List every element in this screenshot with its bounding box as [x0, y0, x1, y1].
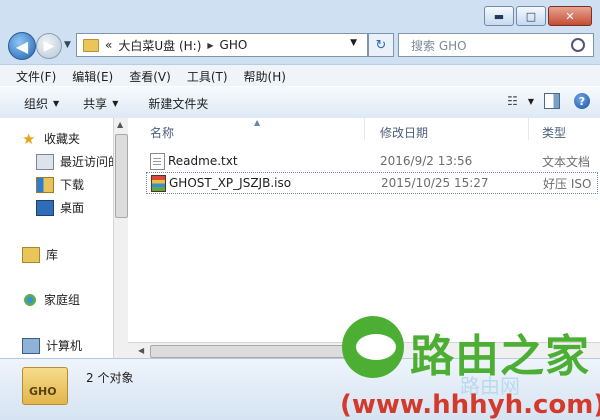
window-controls: ▬ □ ✕ — [482, 6, 592, 26]
navigation-pane: ★ 收藏夹 最近访问的 下载 桌面 库 家庭组 计算机 — [0, 118, 129, 358]
recent-pages-dropdown-icon[interactable]: ▼ — [64, 40, 71, 50]
nav-recent-label: 最近访问的 — [60, 155, 121, 169]
folder-thumbnail-label: GHO — [29, 385, 57, 398]
help-icon[interactable]: ? — [574, 93, 590, 109]
view-options-icon[interactable]: ☷ — [507, 94, 518, 108]
nav-scrollbar[interactable]: ▲ — [113, 118, 128, 358]
menu-bar: 文件(F) 编辑(E) 查看(V) 工具(T) 帮助(H) — [0, 64, 600, 87]
table-row[interactable]: Readme.txt 2016/9/2 13:56 文本文档 — [146, 151, 596, 171]
menu-help[interactable]: 帮助(H) — [244, 68, 286, 85]
nav-homegroup[interactable]: 家庭组 — [22, 291, 80, 308]
maximize-button[interactable]: □ — [516, 6, 546, 26]
file-date: 2016/9/2 13:56 — [380, 154, 473, 168]
menu-view[interactable]: 查看(V) — [129, 68, 171, 85]
chevron-down-icon: ▼ — [53, 98, 60, 108]
item-count: 2 个对象 — [86, 371, 134, 385]
scroll-up-icon[interactable]: ▲ — [117, 120, 123, 129]
desktop-icon — [36, 199, 54, 216]
menu-edit[interactable]: 编辑(E) — [72, 68, 113, 85]
nav-favorites-label: 收藏夹 — [44, 132, 81, 146]
column-divider[interactable] — [528, 118, 529, 140]
nav-computer-label: 计算机 — [46, 339, 83, 353]
sort-ascending-icon: ▲ — [254, 118, 261, 127]
search-icon[interactable] — [571, 38, 585, 52]
folder-icon — [83, 38, 99, 52]
watermark: 路由之家 路由网 (www.hhhyh.com) — [340, 312, 600, 420]
search-placeholder: 搜索 GHO — [411, 38, 467, 53]
homegroup-icon — [22, 292, 38, 307]
column-header-name[interactable]: 名称 — [150, 124, 174, 141]
nav-favorites[interactable]: ★ 收藏夹 — [22, 130, 80, 147]
menu-tools[interactable]: 工具(T) — [187, 68, 228, 85]
column-divider[interactable] — [364, 118, 365, 140]
address-dropdown-icon[interactable]: ▼ — [350, 38, 357, 48]
explorer-window: ▬ □ ✕ ◀ ▶ ▼ « 大白菜U盘 (H:) ▶ GHO ▼ ↻ 搜索 GH… — [0, 0, 600, 420]
organize-label: 组织 — [24, 96, 49, 111]
breadcrumb-separator-icon[interactable]: ▶ — [207, 41, 213, 50]
scroll-left-icon[interactable]: ◀ — [138, 346, 144, 355]
horizontal-scrollbar-thumb[interactable] — [150, 345, 352, 358]
breadcrumb-drive[interactable]: 大白菜U盘 (H:) — [118, 37, 201, 54]
nav-desktop[interactable]: 桌面 — [36, 199, 84, 216]
nav-downloads[interactable]: 下载 — [36, 176, 84, 193]
downloads-folder-icon — [36, 176, 54, 193]
nav-recent[interactable]: 最近访问的 — [36, 153, 120, 170]
column-header-date[interactable]: 修改日期 — [380, 124, 428, 141]
brand-logo-icon — [342, 316, 404, 378]
share-button[interactable]: 共享 ▼ — [83, 95, 118, 112]
menu-file[interactable]: 文件(F) — [16, 68, 56, 85]
table-row[interactable]: GHOST_XP_JSZJB.iso 2015/10/25 15:27 好压 I… — [146, 172, 598, 194]
view-dropdown-icon[interactable]: ▼ — [528, 97, 534, 106]
close-button[interactable]: ✕ — [548, 6, 592, 26]
address-bar[interactable]: « 大白菜U盘 (H:) ▶ GHO ▼ — [76, 33, 368, 57]
chevron-down-icon: ▼ — [112, 98, 119, 108]
file-name: Readme.txt — [168, 154, 238, 168]
preview-pane-icon[interactable] — [544, 93, 560, 109]
file-date: 2015/10/25 15:27 — [381, 176, 489, 190]
column-header-type[interactable]: 类型 — [542, 124, 566, 141]
toolbar-right: ☷ ▼ ? — [507, 93, 590, 109]
share-label: 共享 — [83, 96, 108, 111]
new-folder-label: 新建文件夹 — [148, 96, 209, 111]
forward-button[interactable]: ▶ — [36, 33, 62, 59]
text-file-icon — [150, 152, 165, 170]
archive-iso-icon — [151, 174, 166, 192]
nav-libraries[interactable]: 库 — [22, 246, 58, 263]
minimize-button[interactable]: ▬ — [484, 6, 514, 26]
nav-downloads-label: 下载 — [60, 178, 85, 192]
folder-icon: GHO — [22, 367, 68, 405]
breadcrumb-overflow[interactable]: « — [105, 38, 112, 52]
search-input[interactable]: 搜索 GHO — [398, 33, 594, 57]
file-type: 文本文档 — [542, 154, 591, 169]
watermark-url: (www.hhhyh.com) — [340, 390, 600, 420]
file-name: GHOST_XP_JSZJB.iso — [169, 176, 292, 190]
star-icon: ★ — [22, 129, 36, 148]
new-folder-button[interactable]: 新建文件夹 — [148, 95, 208, 112]
recent-places-icon — [36, 153, 54, 170]
back-button[interactable]: ◀ — [8, 32, 36, 60]
refresh-button[interactable]: ↻ — [368, 33, 394, 57]
nav-libraries-label: 库 — [46, 248, 59, 262]
library-icon — [22, 246, 40, 263]
command-bar: 组织 ▼ 共享 ▼ 新建文件夹 ☷ ▼ ? — [0, 86, 600, 120]
nav-desktop-label: 桌面 — [60, 201, 85, 215]
organize-button[interactable]: 组织 ▼ — [24, 95, 59, 112]
computer-icon — [22, 337, 40, 354]
nav-computer[interactable]: 计算机 — [22, 337, 82, 354]
breadcrumb-gho[interactable]: GHO — [220, 38, 248, 52]
file-type: 好压 ISO — [543, 176, 592, 191]
nav-homegroup-label: 家庭组 — [44, 293, 81, 307]
nav-scrollbar-thumb[interactable] — [115, 134, 128, 218]
